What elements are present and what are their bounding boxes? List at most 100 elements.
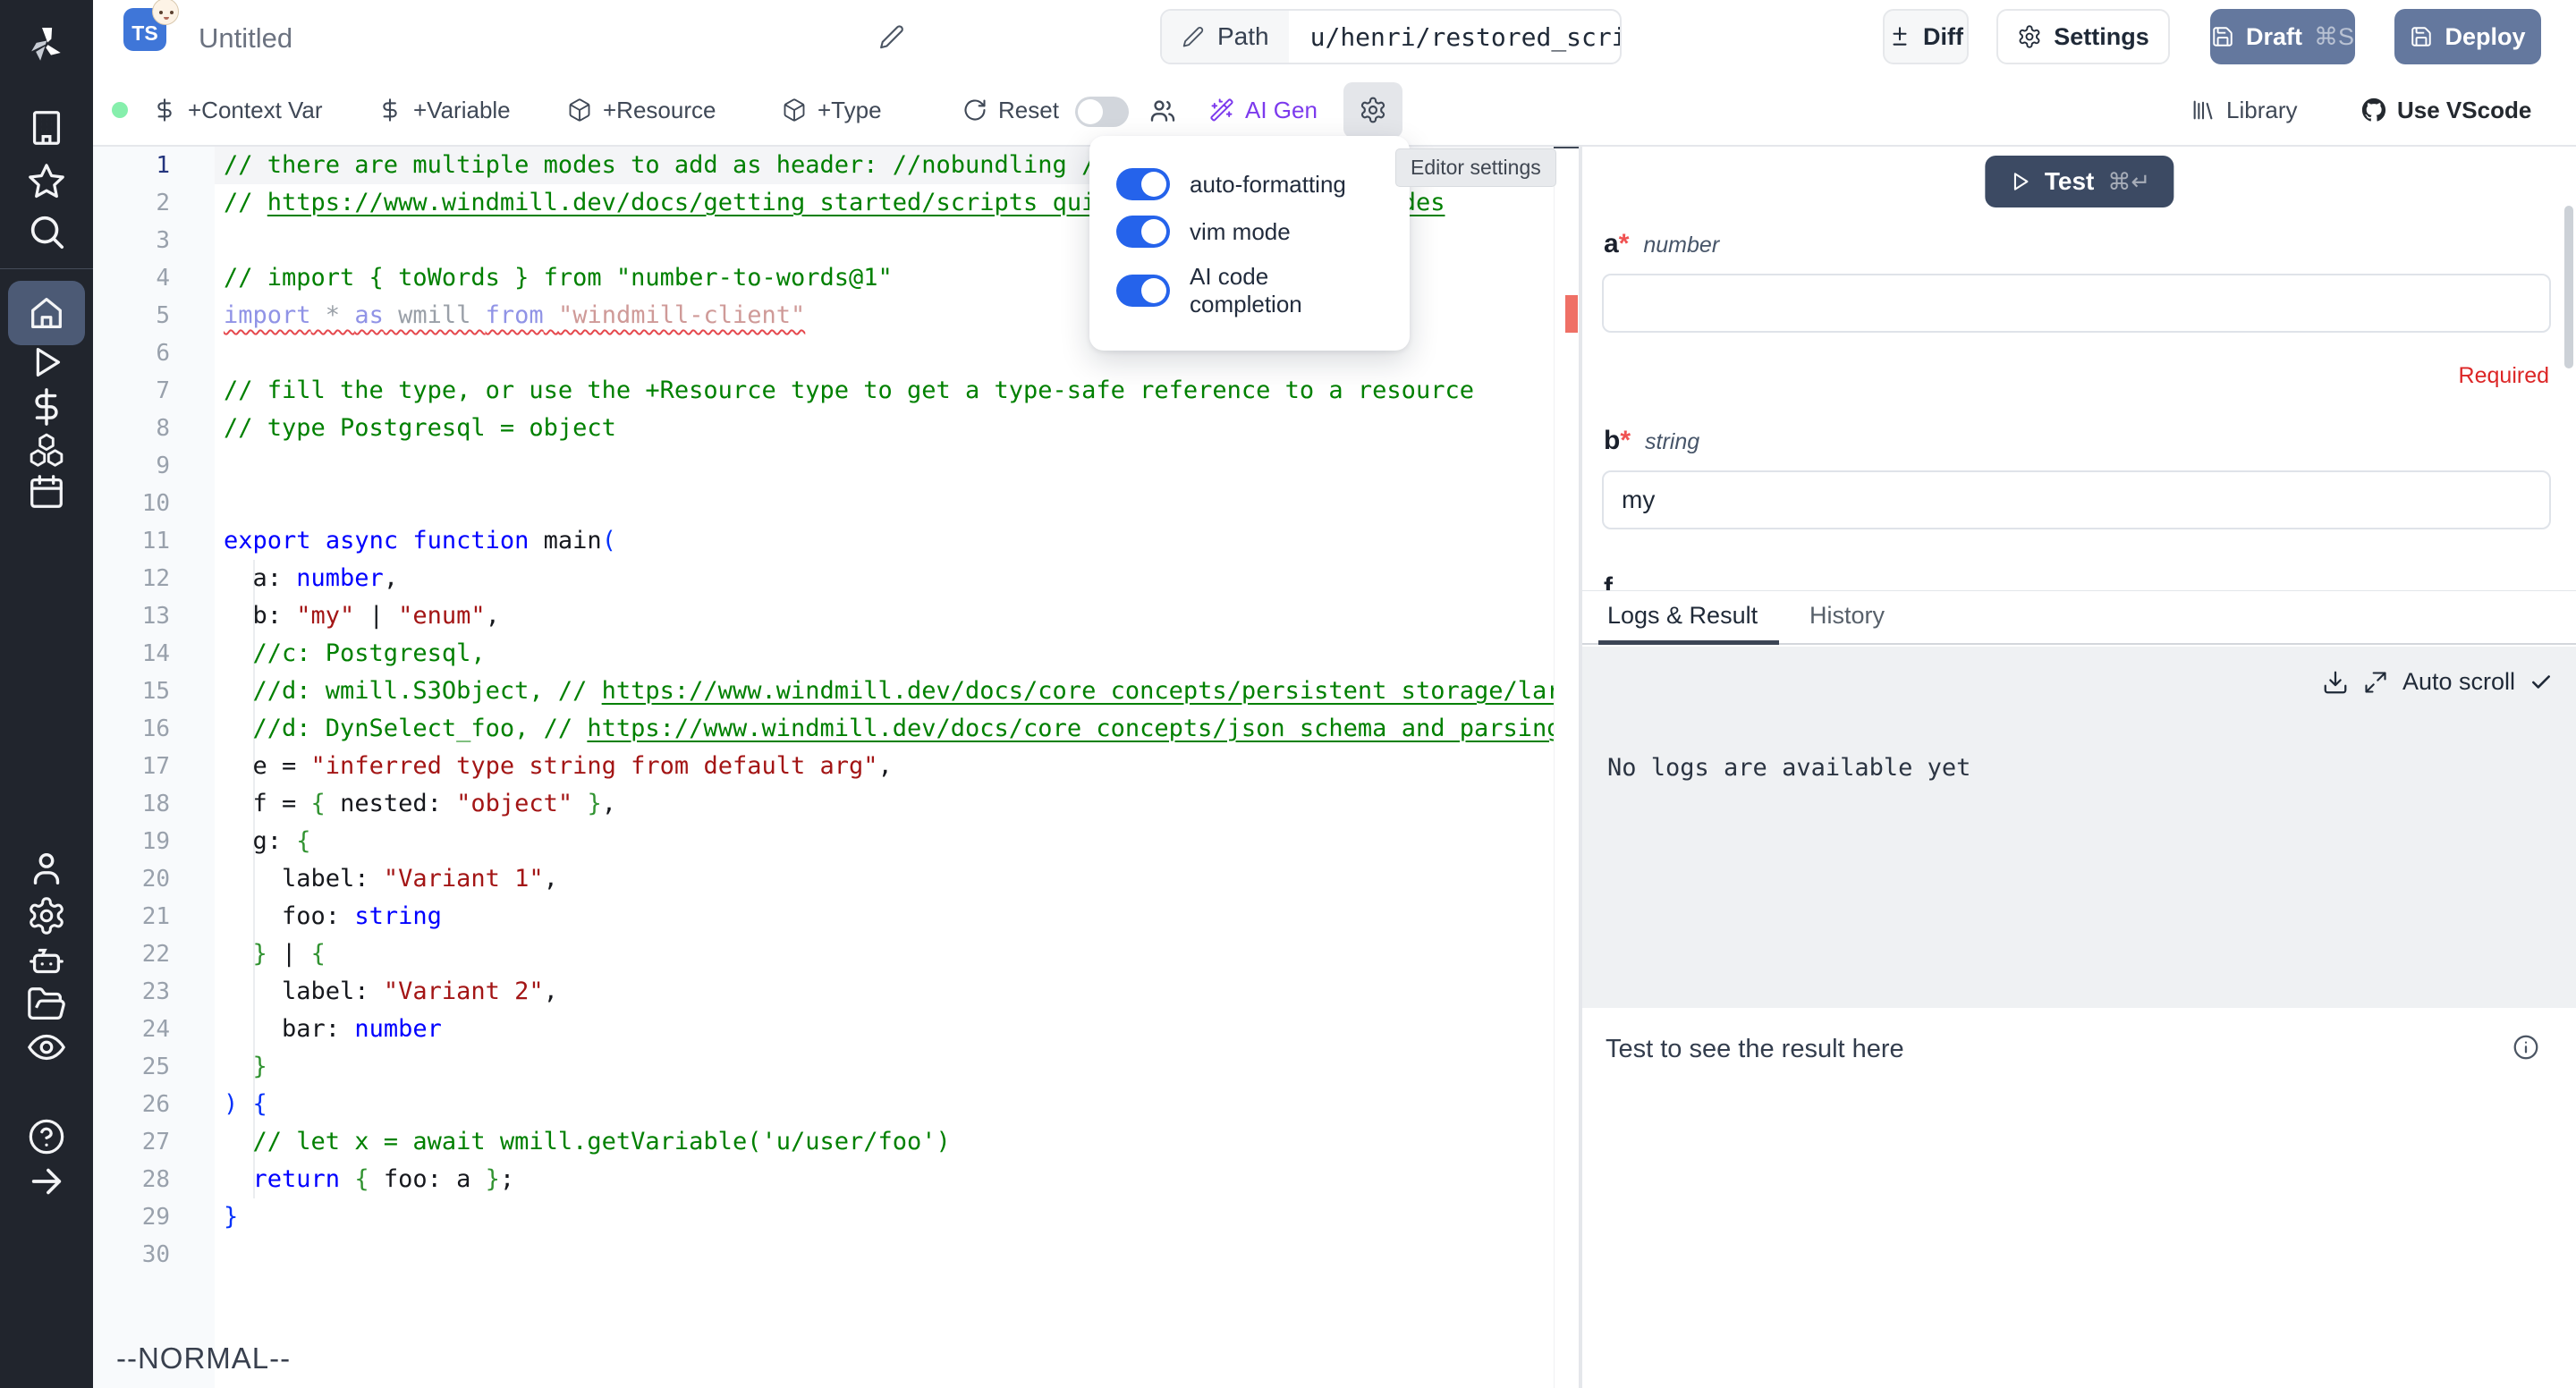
workspace-building-icon[interactable] — [26, 107, 67, 148]
code-line[interactable]: // type Postgresql = object — [224, 410, 616, 447]
code-line[interactable]: //d: wmill.S3Object, // https://www.wind… — [224, 673, 1554, 710]
path-pencil-icon — [1182, 25, 1205, 48]
code-line[interactable]: ) { — [224, 1086, 267, 1123]
expand-icon[interactable] — [2363, 670, 2388, 695]
diff-icon — [1888, 25, 1911, 48]
code-line[interactable]: import * as wmill from "windmill-client" — [224, 297, 805, 334]
code-line[interactable]: b: "my" | "enum", — [224, 597, 500, 635]
code-line[interactable]: } | { — [224, 935, 326, 973]
tab-history[interactable]: History — [1809, 602, 1885, 630]
reset-button[interactable]: Reset — [962, 75, 1059, 145]
live-status-dot — [112, 102, 128, 118]
code-line[interactable]: f = { nested: "object" }, — [224, 785, 616, 823]
editor-overview-ruler[interactable] — [1554, 147, 1579, 1388]
vim-mode-label: vim mode — [1190, 218, 1291, 246]
line-number: 7 — [93, 372, 170, 410]
info-icon[interactable] — [2512, 1033, 2540, 1062]
ai-gen-button[interactable]: AI Gen — [1209, 75, 1318, 145]
line-number: 29 — [93, 1198, 170, 1236]
field-a-input[interactable] — [1602, 274, 2551, 333]
resources-boxes-icon[interactable] — [26, 429, 67, 470]
code-line[interactable]: // fill the type, or use the +Resource t… — [224, 372, 1474, 410]
add-context-var-button[interactable]: +Context Var — [152, 75, 323, 145]
line-number: 12 — [93, 560, 170, 597]
workers-robot-icon[interactable] — [26, 941, 67, 982]
add-variable-button[interactable]: +Variable — [377, 75, 511, 145]
folders-folder-open-icon[interactable] — [26, 984, 67, 1025]
auto-scroll-label[interactable]: Auto scroll — [2402, 668, 2515, 696]
code-line[interactable]: // let x = await wmill.getVariable('u/us… — [224, 1123, 951, 1161]
add-variable-label: +Variable — [413, 97, 511, 124]
path-pill[interactable]: Path u/henri/restored_script — [1160, 9, 1622, 64]
search-icon[interactable] — [26, 211, 67, 252]
editor-settings-gear-button[interactable] — [1343, 82, 1402, 138]
tab-logs-result[interactable]: Logs & Result — [1607, 602, 1758, 630]
draft-button[interactable]: Draft ⌘S — [2210, 9, 2355, 64]
no-logs-message: No logs are available yet — [1607, 754, 1970, 782]
code-line[interactable]: //d: DynSelect_foo, // https://www.windm… — [224, 710, 1554, 748]
add-resource-button[interactable]: +Resource — [567, 75, 716, 145]
test-button[interactable]: Test ⌘↵ — [1985, 156, 2174, 207]
variables-dollar-icon[interactable] — [26, 386, 67, 427]
deploy-button[interactable]: Deploy — [2394, 9, 2541, 64]
code-line[interactable]: label: "Variant 2", — [224, 973, 558, 1011]
line-number: 6 — [93, 334, 170, 372]
add-type-button[interactable]: +Type — [782, 75, 882, 145]
home-icon[interactable] — [26, 292, 67, 334]
code-line[interactable]: e = "inferred type string from default a… — [224, 748, 893, 785]
code-line[interactable]: return { foo: a }; — [224, 1161, 514, 1198]
reset-icon — [962, 97, 987, 123]
settings-label: Settings — [2054, 23, 2149, 51]
library-button[interactable]: Library — [2190, 75, 2297, 145]
runs-play-icon[interactable] — [26, 342, 67, 383]
code-line[interactable]: //c: Postgresql, — [224, 635, 486, 673]
draft-label: Draft — [2246, 23, 2302, 51]
code-line[interactable]: label: "Variant 1", — [224, 860, 558, 898]
user-icon[interactable] — [26, 848, 67, 889]
expand-sidebar-arrow-icon[interactable] — [26, 1161, 67, 1202]
schedules-calendar-icon[interactable] — [26, 471, 67, 512]
help-icon[interactable] — [26, 1116, 67, 1157]
split-divider[interactable] — [1579, 147, 1582, 1388]
code-line[interactable]: bar: number — [224, 1011, 442, 1048]
field-a-type: number — [1643, 233, 1719, 258]
panel-scrollbar[interactable] — [2564, 206, 2573, 368]
favorites-star-icon[interactable] — [26, 161, 67, 202]
draft-kbd: ⌘S — [2314, 23, 2354, 51]
code-line[interactable]: g: { — [224, 823, 311, 860]
path-label: Path — [1217, 22, 1269, 51]
ai-completion-toggle[interactable] — [1116, 275, 1170, 307]
result-placeholder: Test to see the result here — [1606, 1035, 1904, 1064]
dollar-icon — [152, 97, 177, 123]
download-icon[interactable] — [2322, 669, 2349, 696]
sidebar-divider — [0, 268, 93, 269]
code-line[interactable]: } — [224, 1198, 238, 1236]
edit-summary-pencil-icon[interactable] — [878, 23, 905, 50]
use-vscode-button[interactable]: Use VScode — [2361, 75, 2531, 145]
code-line[interactable]: foo: string — [224, 898, 442, 935]
script-emoji-avatar — [152, 0, 179, 25]
library-label: Library — [2226, 97, 2297, 124]
diff-button[interactable]: Diff — [1883, 9, 1969, 64]
auto-formatting-toggle[interactable] — [1116, 168, 1170, 200]
multiplayer-toggle[interactable] — [1075, 97, 1129, 127]
add-type-label: +Type — [818, 97, 882, 124]
code-line[interactable]: // import { toWords } from "number-to-wo… — [224, 259, 893, 297]
field-b-input[interactable]: my — [1602, 470, 2551, 529]
add-resource-label: +Resource — [603, 97, 716, 124]
code-line[interactable]: } — [224, 1048, 267, 1086]
field-b-name: b — [1604, 426, 1620, 456]
line-number: 22 — [93, 935, 170, 973]
code-line[interactable]: export async function main( — [224, 522, 616, 560]
result-area: Test to see the result here — [1582, 1008, 2576, 1388]
run-panel: Test ⌘↵ a* number Required b* string my … — [1582, 147, 2576, 1388]
line-number: 3 — [93, 222, 170, 259]
code-line[interactable]: a: number, — [224, 560, 398, 597]
audit-eye-icon[interactable] — [26, 1027, 67, 1068]
settings-gear-icon[interactable] — [26, 895, 67, 936]
vim-mode-row: vim mode — [1116, 216, 1383, 248]
vim-mode-toggle[interactable] — [1116, 216, 1170, 248]
line-number: 10 — [93, 485, 170, 522]
line-number: 19 — [93, 823, 170, 860]
settings-button[interactable]: Settings — [1996, 9, 2170, 64]
